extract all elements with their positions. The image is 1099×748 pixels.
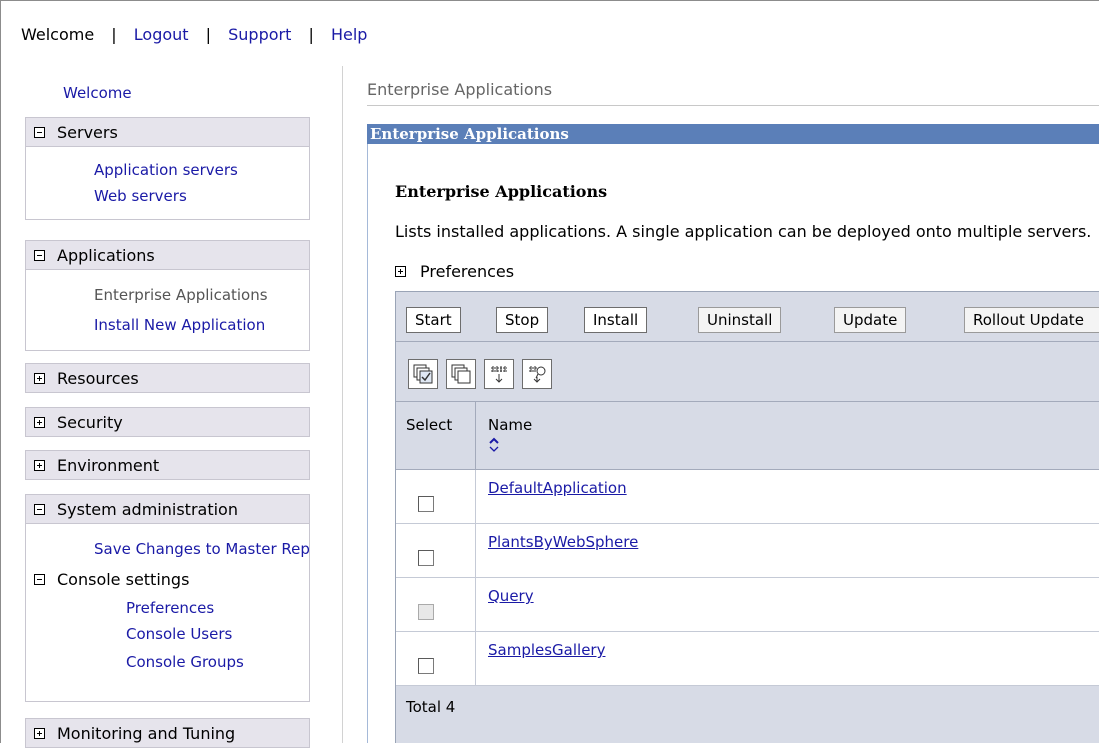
section-label: Security	[57, 412, 123, 432]
collapse-icon	[34, 574, 45, 585]
select-all-icon[interactable]	[408, 359, 438, 389]
uninstall-button[interactable]: Uninstall	[698, 307, 782, 333]
console-settings-toggle[interactable]: Console settings	[34, 570, 189, 589]
show-filter-icon[interactable]	[484, 359, 514, 389]
section-header-resources[interactable]: Resources	[25, 363, 310, 393]
expand-icon	[34, 727, 45, 739]
section-header-environment[interactable]: Environment	[25, 450, 310, 480]
expand-icon	[34, 459, 45, 471]
page-description: Lists installed applications. A single a…	[395, 222, 1092, 241]
sidebar-item-console-groups[interactable]: Console Groups	[126, 653, 244, 671]
select-cell	[396, 632, 476, 685]
section-label: System administration	[57, 499, 238, 519]
section-label: Applications	[57, 245, 155, 265]
section-header-system-administration[interactable]: System administration	[25, 494, 310, 524]
application-link[interactable]: DefaultApplication	[488, 479, 627, 497]
select-cell	[396, 578, 476, 631]
top-nav: Welcome | Logout | Support | Help	[21, 25, 367, 44]
row-checkbox[interactable]	[418, 550, 434, 566]
expand-icon	[34, 416, 45, 428]
section-label: Resources	[57, 368, 139, 388]
column-header-select: Select	[396, 402, 476, 470]
table-header: Select Name	[396, 402, 1099, 470]
section-servers: Servers Application servers Web servers	[25, 117, 310, 220]
support-link[interactable]: Support	[228, 25, 291, 44]
top-navigation-bar: Welcome | Logout | Support | Help	[0, 0, 1099, 66]
separator: |	[111, 25, 117, 44]
section-security: Security	[25, 407, 310, 437]
breadcrumb: Enterprise Applications	[367, 80, 1099, 106]
section-header-monitoring[interactable]: Monitoring and Tuning	[25, 718, 310, 748]
sidebar-item-console-users[interactable]: Console Users	[126, 625, 232, 643]
section-label: Monitoring and Tuning	[57, 723, 236, 743]
stop-button[interactable]: Stop	[496, 307, 549, 333]
row-checkbox-disabled	[418, 604, 434, 620]
sidebar-item-install-new-application[interactable]: Install New Application	[94, 316, 265, 334]
expand-icon	[34, 372, 45, 384]
row-checkbox[interactable]	[418, 658, 434, 674]
section-body-servers: Application servers Web servers	[25, 147, 310, 220]
update-button[interactable]: Update	[834, 307, 907, 333]
page-title: Enterprise Applications	[395, 182, 608, 201]
deselect-all-icon[interactable]	[446, 359, 476, 389]
sidebar-item-enterprise-applications: Enterprise Applications	[94, 286, 268, 304]
section-label: Environment	[57, 455, 160, 475]
start-button[interactable]: Start	[406, 307, 461, 333]
section-resources: Resources	[25, 363, 310, 393]
logout-link[interactable]: Logout	[134, 25, 189, 44]
section-body-system-administration: Save Changes to Master Repository Consol…	[25, 524, 310, 702]
sidebar-item-web-servers[interactable]: Web servers	[94, 187, 187, 205]
separator: |	[308, 25, 314, 44]
install-button[interactable]: Install	[584, 307, 648, 333]
total-count: Total 4	[406, 698, 456, 716]
table-row: PlantsByWebSphere	[396, 524, 1099, 578]
portlet-title: Enterprise Applications	[367, 124, 1099, 144]
section-body-applications: Enterprise Applications Install New Appl…	[25, 270, 310, 351]
section-header-servers[interactable]: Servers	[25, 117, 310, 147]
clear-filter-icon[interactable]	[522, 359, 552, 389]
table-row: SamplesGallery	[396, 632, 1099, 686]
icon-toolbar	[396, 342, 1099, 402]
select-cell	[396, 470, 476, 523]
section-applications: Applications Enterprise Applications Ins…	[25, 240, 310, 351]
welcome-label: Welcome	[21, 25, 95, 44]
select-cell	[396, 524, 476, 577]
expand-icon	[395, 266, 406, 277]
table-row: DefaultApplication	[396, 470, 1099, 524]
separator: |	[205, 25, 212, 44]
preferences-toggle[interactable]: Preferences	[395, 262, 514, 281]
collapse-icon	[34, 249, 45, 261]
section-label: Servers	[57, 122, 118, 142]
button-toolbar: Start Stop Install Uninstall Update Roll…	[396, 292, 1099, 342]
section-environment: Environment	[25, 450, 310, 480]
navigation-sidebar: Welcome Servers Application servers Web …	[0, 66, 343, 748]
help-link[interactable]: Help	[331, 25, 367, 44]
collapse-icon	[34, 126, 45, 138]
application-link[interactable]: SamplesGallery	[488, 641, 605, 659]
application-link[interactable]: Query	[488, 587, 534, 605]
section-header-applications[interactable]: Applications	[25, 240, 310, 270]
table-footer: Total 4	[396, 686, 1099, 743]
application-link[interactable]: PlantsByWebSphere	[488, 533, 638, 551]
applications-table: Start Stop Install Uninstall Update Roll…	[395, 291, 1099, 743]
rollout-update-button[interactable]: Rollout Update	[964, 307, 1099, 333]
section-monitoring-and-tuning: Monitoring and Tuning	[25, 718, 310, 748]
table-row: Query	[396, 578, 1099, 632]
section-system-administration: System administration Save Changes to Ma…	[25, 494, 310, 702]
preferences-label: Preferences	[420, 262, 515, 281]
column-header-name[interactable]: Name	[488, 416, 532, 434]
sidebar-item-save-changes[interactable]: Save Changes to Master Repository	[94, 540, 309, 558]
console-settings-label: Console settings	[57, 570, 190, 589]
sidebar-item-preferences[interactable]: Preferences	[126, 599, 214, 617]
sidebar-welcome-link[interactable]: Welcome	[63, 84, 132, 102]
main-content: Enterprise Applications Enterprise Appli…	[343, 66, 1099, 743]
sort-icon[interactable]	[488, 436, 500, 458]
section-header-security[interactable]: Security	[25, 407, 310, 437]
row-checkbox[interactable]	[418, 496, 434, 512]
sidebar-item-application-servers[interactable]: Application servers	[94, 161, 238, 179]
collapse-icon	[34, 503, 45, 515]
